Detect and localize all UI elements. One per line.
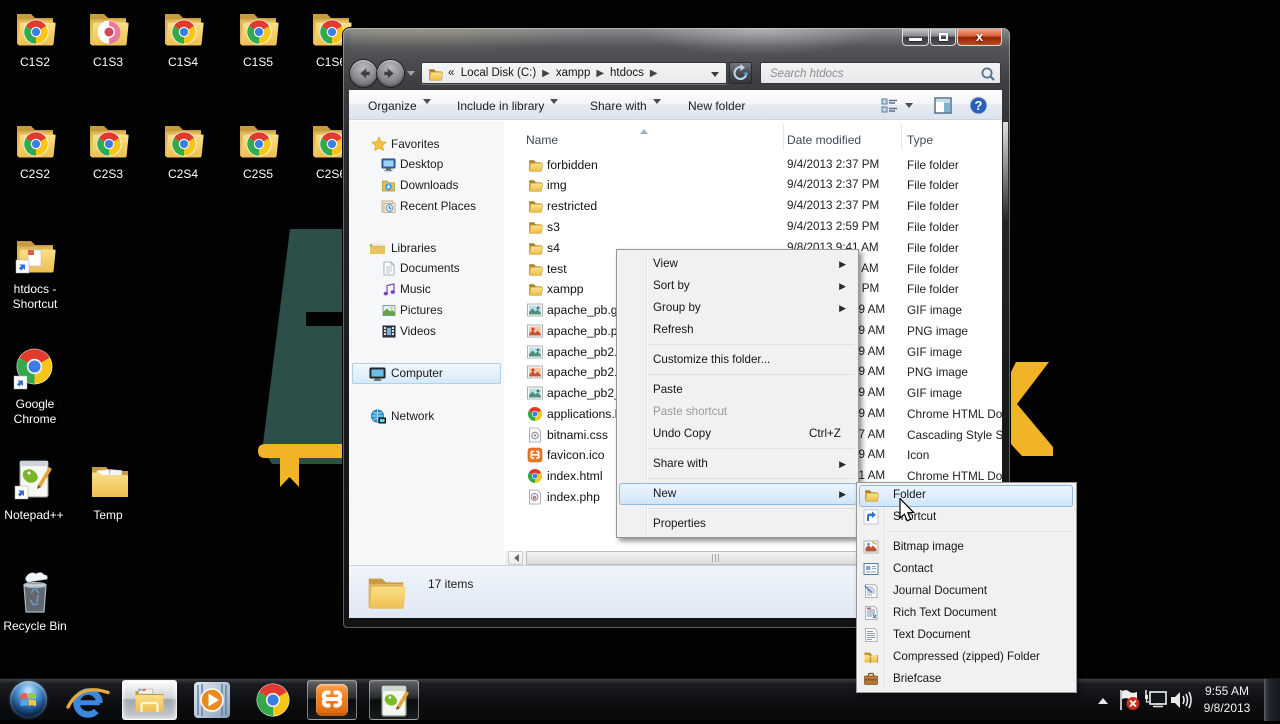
- svg-text:e: e: [533, 494, 537, 501]
- svg-text:?: ?: [975, 98, 983, 113]
